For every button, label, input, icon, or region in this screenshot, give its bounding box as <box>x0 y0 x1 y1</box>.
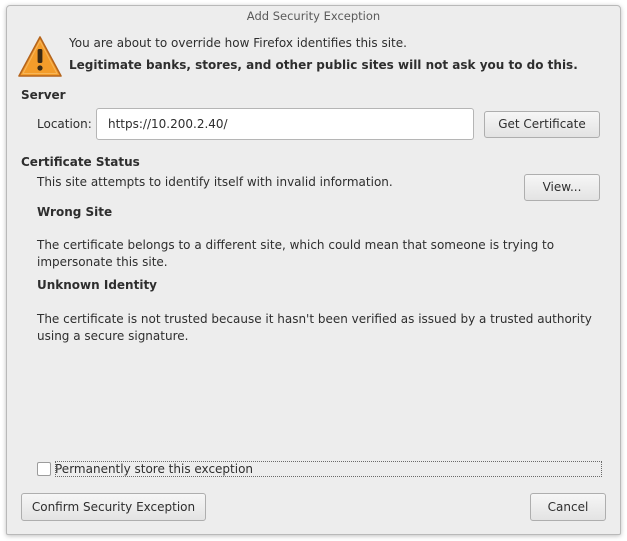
certificate-status-title: Certificate Status <box>21 155 140 169</box>
unknown-identity-description: The certificate is not trusted because i… <box>37 312 592 343</box>
intro-message: You are about to override how Firefox id… <box>69 36 407 50</box>
status-summary: This site attempts to identify itself wi… <box>37 175 393 189</box>
add-security-exception-dialog: Add Security Exception You are about to … <box>6 5 621 535</box>
server-section-title: Server <box>21 88 66 102</box>
permanent-store-checkbox[interactable] <box>37 462 51 476</box>
permanent-store-label[interactable]: Permanently store this exception <box>55 462 253 476</box>
warning-triangle-icon <box>18 36 62 77</box>
location-input[interactable] <box>96 108 474 140</box>
cancel-button[interactable]: Cancel <box>530 493 606 521</box>
view-certificate-button[interactable]: View... <box>524 174 600 201</box>
wrong-site-description: The certificate belongs to a different s… <box>37 238 555 269</box>
location-label: Location: <box>37 117 92 131</box>
unknown-identity-title: Unknown Identity <box>37 278 158 292</box>
confirm-security-exception-button[interactable]: Confirm Security Exception <box>21 493 206 521</box>
wrong-site-title: Wrong Site <box>37 205 113 219</box>
window-title: Add Security Exception <box>246 9 381 23</box>
get-certificate-button[interactable]: Get Certificate <box>484 111 600 138</box>
intro-warning: Legitimate banks, stores, and other publ… <box>69 58 578 72</box>
